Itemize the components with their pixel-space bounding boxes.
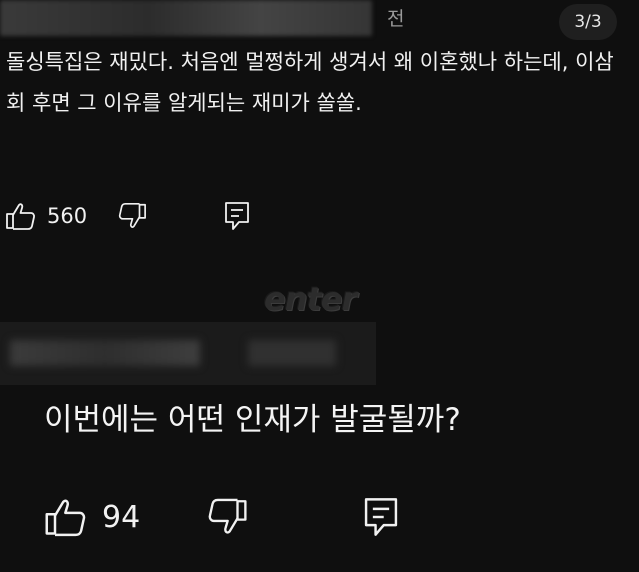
thumbs-up-icon[interactable] [44, 496, 88, 538]
like-count: 94 [102, 499, 141, 535]
comment-actions: 560 [5, 196, 251, 236]
author-name-blurred [10, 340, 200, 366]
thumbs-down-icon[interactable] [206, 496, 248, 538]
comment-timestamp: 전 [387, 8, 405, 30]
comment-text: 돌싱특집은 재밌다. 처음엔 멀쩡하게 생겨서 왜 이혼했나 하는데, 이삼회 … [6, 50, 614, 115]
thumbs-up-icon[interactable] [5, 201, 37, 231]
author-name-blurred [0, 0, 372, 36]
page-indicator: 3/3 [559, 4, 617, 40]
comment-actions: 94 [44, 490, 400, 544]
reply-icon[interactable] [223, 200, 251, 232]
thumbs-down-icon[interactable] [117, 201, 147, 231]
comment-text: 이번에는 어떤 인재가 발굴될까? [44, 402, 461, 438]
like-count: 560 [47, 204, 88, 228]
watermark-logo: enter [264, 280, 357, 318]
reply-icon[interactable] [362, 495, 400, 539]
comment-timestamp-blurred [248, 340, 336, 366]
